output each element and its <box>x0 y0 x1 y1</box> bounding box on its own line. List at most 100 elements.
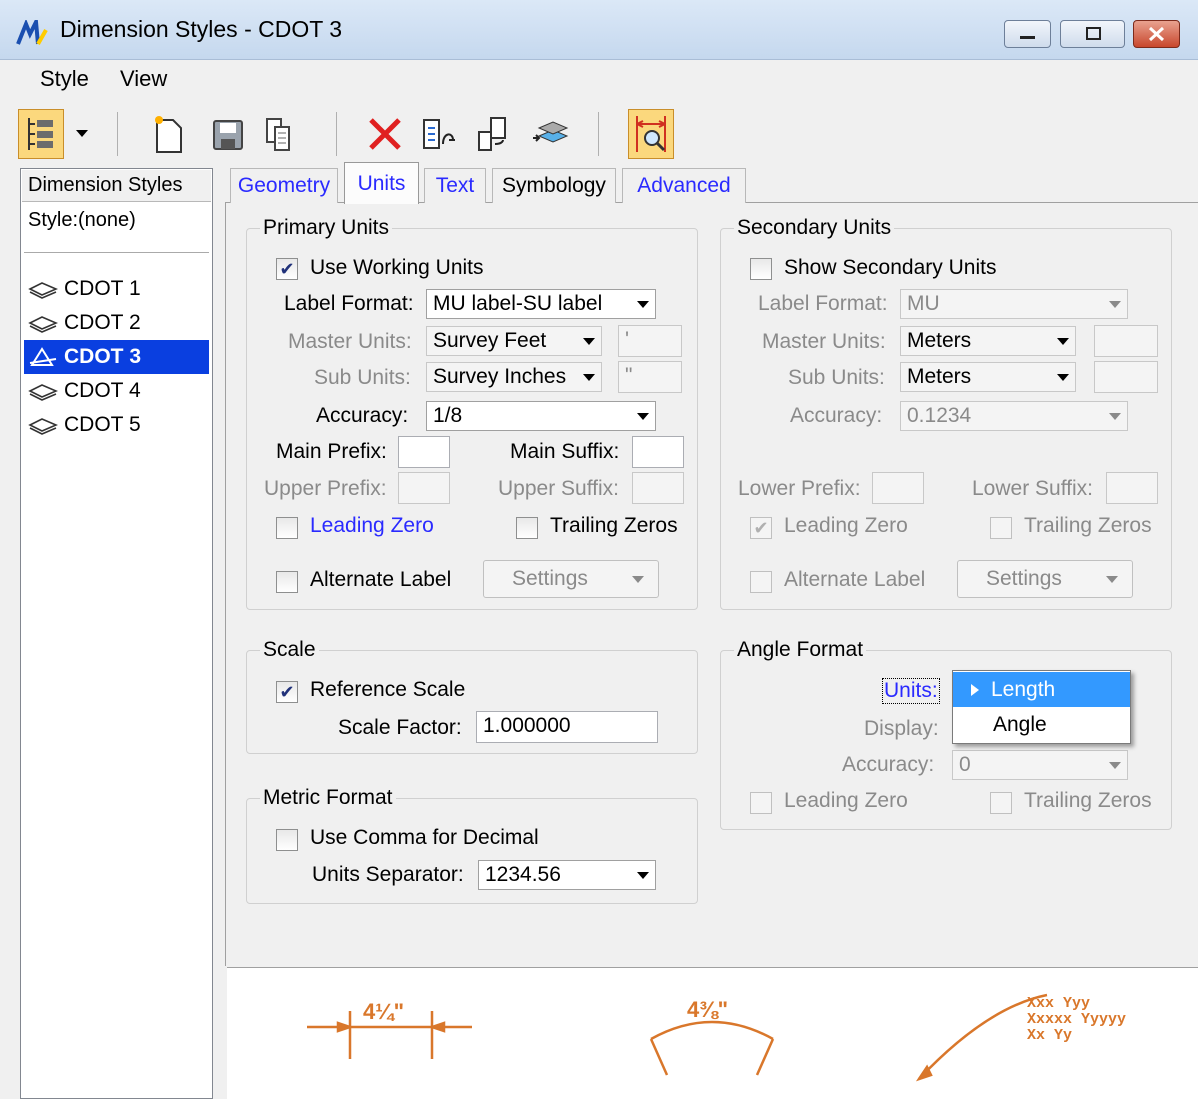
minimize-button[interactable] <box>1004 20 1051 48</box>
angle-accuracy-dropdown[interactable]: 0 <box>952 750 1128 780</box>
secondary-trailing-zeros-label: Trailing Zeros <box>1024 514 1152 537</box>
secondary-label-format-dropdown[interactable]: MU <box>900 289 1128 319</box>
reference-scale-label: Reference Scale <box>310 678 466 701</box>
secondary-trailing-zeros-checkbox[interactable] <box>990 517 1012 539</box>
alternate-label-label: Alternate Label <box>310 568 452 591</box>
tab-advanced[interactable]: Advanced <box>622 168 746 203</box>
secondary-sub-symbol-field[interactable] <box>1094 361 1158 393</box>
units-separator-label: Units Separator: <box>312 863 464 886</box>
trailing-zeros-checkbox[interactable] <box>516 517 538 539</box>
app-icon <box>16 20 48 45</box>
tab-units[interactable]: Units <box>344 162 419 204</box>
menu-style[interactable]: Style <box>40 66 89 92</box>
style-list-item[interactable]: CDOT 5 <box>24 408 209 442</box>
secondary-leading-zero-checkbox[interactable]: ✔ <box>750 517 772 539</box>
dropdown-arrow-icon <box>583 373 595 381</box>
main-suffix-label: Main Suffix: <box>510 440 620 463</box>
angle-leading-zero-checkbox[interactable] <box>750 792 772 814</box>
preview-toggle-button[interactable] <box>628 109 674 159</box>
new-style-button[interactable] <box>144 109 190 159</box>
layers-icon <box>533 121 569 143</box>
main-suffix-field[interactable] <box>632 436 684 468</box>
submenu-arrow-icon <box>971 683 979 696</box>
reference-scale-checkbox[interactable]: ✔ <box>276 681 298 703</box>
upgrade-style-button[interactable] <box>528 109 574 159</box>
dropdown-arrow-icon <box>1109 412 1121 420</box>
style-list-item-selected[interactable]: CDOT 3 <box>24 340 209 374</box>
secondary-master-units-label: Master Units: <box>762 330 886 353</box>
units-separator-dropdown[interactable]: 1234.56 <box>478 860 656 890</box>
copy-style-button[interactable] <box>256 109 302 159</box>
style-list-item[interactable]: CDOT 1 <box>24 272 209 306</box>
close-button[interactable] <box>1133 20 1180 48</box>
style-list-item[interactable]: CDOT 4 <box>24 374 209 408</box>
popup-item-angle[interactable]: Angle <box>953 707 1130 742</box>
import-style-button[interactable] <box>416 109 462 159</box>
dropdown-arrow-icon <box>632 575 644 583</box>
use-working-units-checkbox[interactable]: ✔ <box>276 258 298 280</box>
save-icon <box>213 120 243 150</box>
secondary-alternate-label-checkbox[interactable] <box>750 571 772 593</box>
popup-item-length[interactable]: Length <box>953 672 1130 707</box>
maximize-button[interactable] <box>1060 20 1125 48</box>
lower-suffix-field[interactable] <box>1106 472 1158 504</box>
lower-suffix-label: Lower Suffix: <box>972 477 1094 500</box>
secondary-master-symbol-field[interactable] <box>1094 325 1158 357</box>
secondary-alternate-label-label: Alternate Label <box>784 568 926 591</box>
style-icon <box>28 384 58 401</box>
use-working-units-label: Use Working Units <box>310 256 484 279</box>
secondary-master-units-dropdown[interactable]: Meters <box>900 326 1076 356</box>
sub-units-dropdown[interactable]: Survey Inches <box>426 362 602 392</box>
copy-icon <box>266 118 290 151</box>
scale-factor-field[interactable]: 1.000000 <box>476 711 658 743</box>
secondary-sub-units-dropdown[interactable]: Meters <box>900 362 1076 392</box>
upper-prefix-label: Upper Prefix: <box>264 477 387 500</box>
style-list-header: Dimension Styles <box>22 170 211 202</box>
active-style-icon <box>29 347 57 366</box>
tab-geometry[interactable]: Geometry <box>230 168 338 203</box>
secondary-accuracy-dropdown[interactable]: 0.1234 <box>900 401 1128 431</box>
lower-prefix-field[interactable] <box>872 472 924 504</box>
leading-zero-checkbox[interactable] <box>276 517 298 539</box>
style-list-item[interactable]: CDOT 2 <box>24 306 209 340</box>
tab-text[interactable]: Text <box>424 168 486 203</box>
menu-view[interactable]: View <box>120 66 167 92</box>
master-units-dropdown[interactable]: Survey Feet <box>426 326 602 356</box>
maximize-icon <box>1086 27 1101 40</box>
alternate-label-checkbox[interactable] <box>276 571 298 593</box>
toolbar-separator <box>117 112 118 156</box>
secondary-label-format-label: Label Format: <box>758 292 888 315</box>
label-line-3: Xx Yy <box>1027 1027 1072 1044</box>
dropdown-arrow-icon <box>637 300 649 308</box>
secondary-settings-button[interactable]: Settings <box>957 560 1133 598</box>
dropdown-arrow-icon <box>583 337 595 345</box>
use-comma-checkbox[interactable] <box>276 829 298 851</box>
hierarchy-button[interactable] <box>18 109 64 159</box>
toolbar-separator <box>598 112 599 156</box>
angle-format-title: Angle Format <box>734 638 867 662</box>
chevron-down-icon[interactable] <box>74 128 90 140</box>
style-icon <box>28 282 58 299</box>
use-comma-label: Use Comma for Decimal <box>310 826 539 849</box>
main-prefix-field[interactable] <box>398 436 450 468</box>
accuracy-dropdown[interactable]: 1/8 <box>426 401 656 431</box>
delete-icon <box>369 118 401 150</box>
toolbar-separator <box>336 112 337 156</box>
primary-settings-button[interactable]: Settings <box>483 560 659 598</box>
upper-suffix-field[interactable] <box>632 472 684 504</box>
delete-style-button[interactable] <box>362 109 408 159</box>
dropdown-arrow-icon <box>1106 575 1118 583</box>
save-style-button[interactable] <box>204 109 250 159</box>
sub-units-symbol-field[interactable]: " <box>618 361 682 393</box>
show-secondary-units-checkbox[interactable] <box>750 258 772 280</box>
metric-format-title: Metric Format <box>260 786 396 810</box>
angle-trailing-zeros-checkbox[interactable] <box>990 792 1012 814</box>
master-units-symbol-field[interactable]: ' <box>618 325 682 357</box>
dropdown-arrow-icon <box>1109 300 1121 308</box>
label-format-dropdown[interactable]: MU label-SU label <box>426 289 656 319</box>
secondary-units-title: Secondary Units <box>734 216 895 240</box>
linear-dimension-text: 4¼" <box>363 999 404 1024</box>
tab-symbology[interactable]: Symbology <box>492 168 616 203</box>
upper-prefix-field[interactable] <box>398 472 450 504</box>
export-style-button[interactable] <box>470 109 516 159</box>
